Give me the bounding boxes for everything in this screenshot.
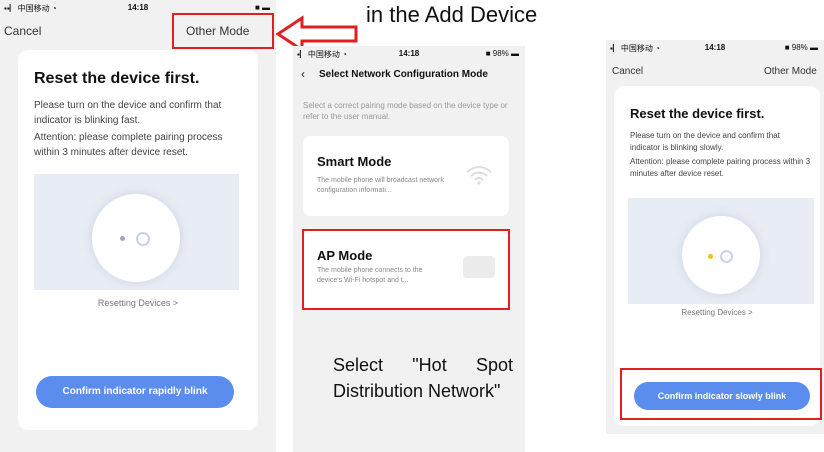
- left-phone-screen: ▪▪▏中国移动 ◔ 14:18 ■ ▬ Cancel Other Mode Re…: [0, 0, 276, 452]
- status-bar: ▪▏中国移动 ◔ 14:18 ■ 98% ▬: [293, 46, 525, 62]
- card-attention: Attention: please complete pairing proce…: [630, 157, 811, 178]
- smart-mode-desc: The mobile phone will broadcast network …: [317, 177, 444, 194]
- cancel-button[interactable]: Cancel: [4, 24, 41, 38]
- power-button-icon: [720, 250, 733, 263]
- card-title: Reset the device first.: [630, 106, 765, 121]
- status-time: 14:18: [127, 3, 149, 12]
- device-illustration: [628, 198, 814, 304]
- highlight-ap-mode: [302, 229, 510, 310]
- signal-icon: ▪▏中国移动 ◔: [610, 44, 660, 53]
- confirm-blink-button[interactable]: Confirm indicator rapidly blink: [36, 376, 234, 408]
- indicator-light: [708, 254, 713, 259]
- battery-icon: ■ 98% ▬: [485, 49, 519, 58]
- resetting-devices-link[interactable]: Resetting Devices >: [18, 298, 258, 308]
- highlight-other-mode: [172, 13, 274, 49]
- other-mode-button[interactable]: Other Mode: [764, 66, 817, 77]
- battery-icon: ■ ▬: [254, 3, 270, 12]
- device-illustration: [34, 174, 239, 290]
- reset-card: Reset the device first. Please turn on t…: [18, 50, 258, 430]
- smart-mode-card[interactable]: Smart Mode The mobile phone will broadca…: [303, 136, 509, 216]
- power-button-icon: [136, 232, 150, 246]
- cancel-button[interactable]: Cancel: [612, 66, 643, 77]
- card-description: Please turn on the device and confirm th…: [34, 100, 222, 126]
- card-description: Please turn on the device and confirm th…: [630, 131, 780, 152]
- highlight-confirm-button: [620, 368, 822, 420]
- caption-add-device: in the Add Device: [366, 2, 538, 27]
- smart-mode-title: Smart Mode: [317, 154, 392, 169]
- signal-icon: ▪▏中国移动 ◔: [297, 50, 347, 59]
- card-attention: Attention: please complete pairing proce…: [34, 132, 223, 158]
- status-time: 14:18: [704, 43, 726, 52]
- status-bar: ▪▏中国移动 ◔ 14:18 ■ 98% ▬: [606, 40, 824, 56]
- middle-phone-screen: ▪▏中国移动 ◔ 14:18 ■ 98% ▬ ‹ Select Network …: [293, 46, 525, 452]
- battery-icon: ■ 98% ▬: [784, 43, 818, 52]
- select-instruction: Select "Hot Spot Distribution Network": [333, 355, 513, 401]
- page-title: Select Network Configuration Mode: [319, 69, 488, 80]
- device-icon: [682, 216, 760, 294]
- resetting-devices-link[interactable]: Resetting Devices >: [614, 308, 820, 317]
- card-title: Reset the device first.: [34, 70, 200, 87]
- status-time: 14:18: [398, 49, 420, 58]
- mode-hint: Select a correct pairing mode based on t…: [303, 101, 508, 121]
- back-icon[interactable]: ‹: [301, 67, 305, 81]
- indicator-light: [120, 236, 125, 241]
- wifi-icon: [466, 166, 492, 185]
- right-phone-screen: ▪▏中国移动 ◔ 14:18 ■ 98% ▬ Cancel Other Mode…: [606, 40, 824, 434]
- device-icon: [92, 194, 180, 282]
- signal-icon: ▪▪▏中国移动 ◔: [4, 4, 57, 13]
